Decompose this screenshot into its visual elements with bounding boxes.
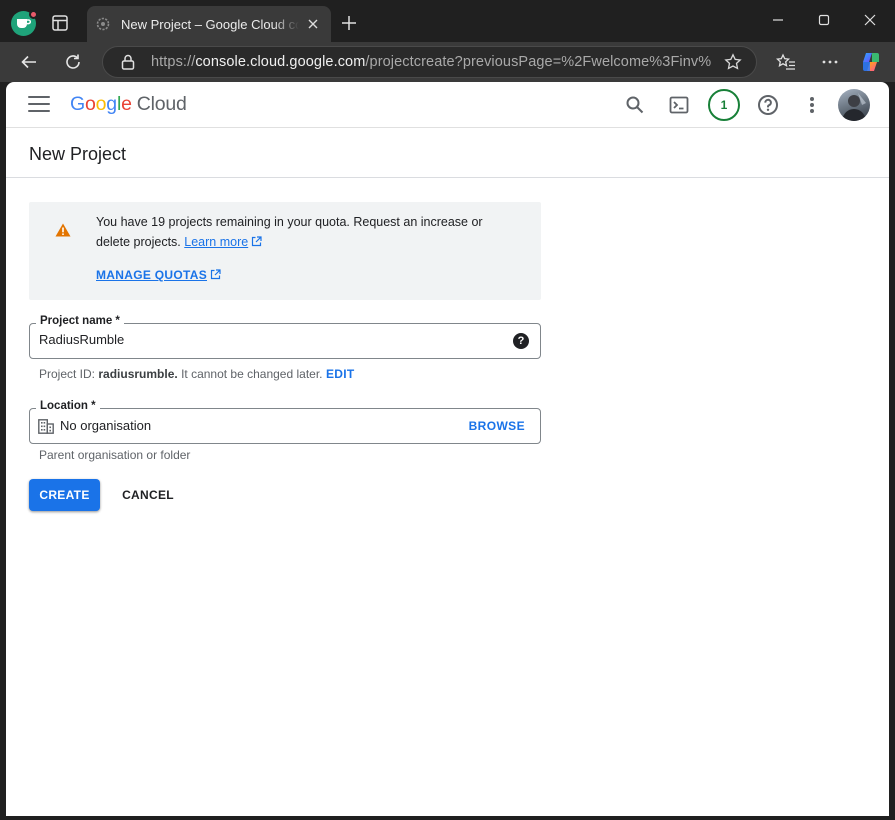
settings-menu-button[interactable] xyxy=(800,93,824,117)
help-button[interactable] xyxy=(756,93,780,117)
minimize-icon xyxy=(773,19,783,21)
create-button[interactable]: CREATE xyxy=(29,479,100,511)
search-button[interactable] xyxy=(623,93,647,117)
address-bar[interactable]: https://console.cloud.google.com/project… xyxy=(102,46,757,78)
page-header: New Project xyxy=(6,129,889,178)
edit-project-id-button[interactable]: EDIT xyxy=(326,367,355,381)
maximize-button[interactable] xyxy=(801,0,847,40)
location-hint: Parent organisation or folder xyxy=(39,448,191,462)
copilot-icon xyxy=(863,53,879,71)
external-link-icon xyxy=(210,269,221,280)
browser-tab-bar: New Project – Google Cloud console xyxy=(0,0,895,46)
new-tab-icon[interactable] xyxy=(340,14,358,32)
url-scheme: https:// xyxy=(151,54,196,70)
project-id-suffix: It cannot be changed later. xyxy=(181,367,323,381)
url-host: console.cloud.google.com xyxy=(195,54,366,70)
organisation-building-icon xyxy=(38,419,54,434)
quota-message-text: You have 19 projects remaining in your q… xyxy=(96,215,483,249)
search-icon xyxy=(626,96,644,114)
project-id-value: radiusrumble. xyxy=(98,367,178,381)
close-tab-icon[interactable] xyxy=(305,16,321,32)
favorites-button[interactable] xyxy=(774,50,798,74)
arrow-left-icon xyxy=(21,55,36,69)
quota-banner: You have 19 projects remaining in your q… xyxy=(29,202,541,300)
project-id-prefix: Project ID: xyxy=(39,367,96,381)
project-name-help-icon[interactable]: ? xyxy=(513,333,529,349)
logo-letter: o xyxy=(84,93,96,115)
terminal-icon xyxy=(669,96,689,114)
lock-icon[interactable] xyxy=(119,53,137,71)
external-link-icon xyxy=(252,236,262,247)
cloud-shell-button[interactable] xyxy=(667,93,691,117)
more-vertical-icon xyxy=(810,97,814,113)
browser-profile-icon[interactable] xyxy=(11,10,38,36)
browser-toolbar: https://console.cloud.google.com/project… xyxy=(0,42,895,82)
close-icon xyxy=(864,14,876,26)
refresh-button[interactable] xyxy=(61,50,85,74)
user-photo-icon xyxy=(842,93,866,121)
notifications-button[interactable]: 1 xyxy=(708,89,740,121)
page-content: Google Cloud 1 New Project You have 19 pr… xyxy=(6,82,889,816)
favorite-star-icon[interactable] xyxy=(724,53,742,71)
tab-title: New Project – Google Cloud console xyxy=(121,16,299,32)
help-circle-icon xyxy=(758,95,778,115)
project-name-input[interactable] xyxy=(39,332,499,347)
minimize-button[interactable] xyxy=(755,0,801,40)
location-field[interactable]: Location * No organisation BROWSE xyxy=(29,400,541,444)
location-value: No organisation xyxy=(60,418,152,433)
quota-message: You have 19 projects remaining in your q… xyxy=(96,212,516,252)
loading-gear-icon xyxy=(96,17,110,31)
more-horizontal-icon xyxy=(822,60,838,64)
cancel-button[interactable]: CANCEL xyxy=(112,479,184,511)
project-name-field[interactable]: Project name * ? xyxy=(29,315,541,359)
menu-icon[interactable] xyxy=(28,96,50,114)
favorites-list-icon xyxy=(776,53,795,70)
browse-location-button[interactable]: BROWSE xyxy=(469,419,525,433)
avatar[interactable] xyxy=(838,89,870,121)
cup-icon xyxy=(17,19,31,28)
browser-tab-active[interactable]: New Project – Google Cloud console xyxy=(87,6,331,42)
refresh-icon xyxy=(66,54,80,69)
learn-more-label: Learn more xyxy=(184,235,249,249)
cloud-console-header: Google Cloud 1 xyxy=(6,82,889,128)
logo-suffix: Cloud xyxy=(136,93,187,115)
page-title: New Project xyxy=(29,144,127,164)
more-menu-button[interactable] xyxy=(818,50,842,74)
warning-icon xyxy=(55,223,71,237)
profile-notification-dot xyxy=(29,10,38,19)
logo-letter: o xyxy=(95,93,107,115)
logo-letter: G xyxy=(70,93,85,115)
maximize-icon xyxy=(818,14,830,26)
location-label: Location * xyxy=(36,400,100,412)
back-button[interactable] xyxy=(17,50,41,74)
learn-more-link[interactable]: Learn more xyxy=(184,235,248,249)
manage-quotas-label: MANAGE QUOTAS xyxy=(96,268,208,282)
google-cloud-logo[interactable]: Google Cloud xyxy=(70,93,187,116)
url-path: /projectcreate?previousPage=%2Fwelcome%3… xyxy=(365,54,711,70)
project-id-hint: Project ID: radiusrumble. It cannot be c… xyxy=(39,367,323,381)
logo-letter: e xyxy=(121,93,132,115)
copilot-button[interactable] xyxy=(859,50,883,74)
logo-letter: g xyxy=(106,93,117,115)
url-text[interactable]: https://console.cloud.google.com/project… xyxy=(151,54,711,70)
manage-quotas-link[interactable]: MANAGE QUOTAS xyxy=(96,268,221,282)
project-name-label: Project name * xyxy=(36,315,124,327)
tab-actions-icon[interactable] xyxy=(51,14,69,32)
close-window-button[interactable] xyxy=(847,0,893,40)
